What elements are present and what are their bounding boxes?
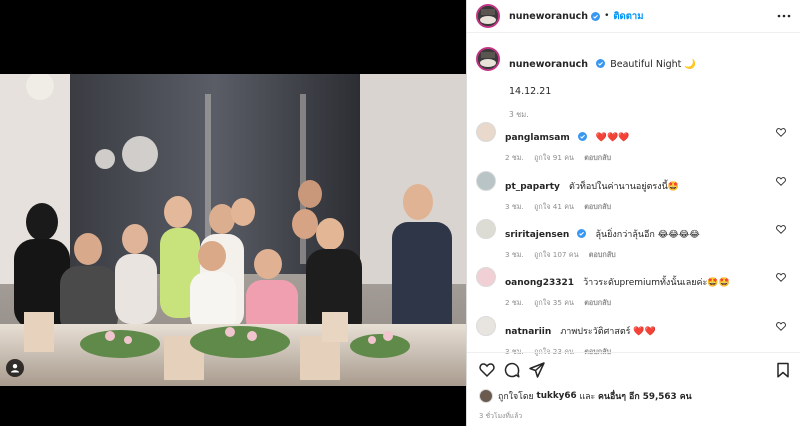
- avatar[interactable]: [476, 4, 500, 28]
- comment-time: 2 ชม.: [505, 298, 524, 307]
- comment-avatar[interactable]: [476, 267, 496, 287]
- comment-avatar[interactable]: [476, 219, 496, 239]
- post-media-area: [0, 0, 466, 426]
- heart-icon[interactable]: [776, 128, 786, 137]
- verified-badge-icon: [591, 11, 601, 21]
- heart-icon[interactable]: [776, 225, 786, 234]
- caption-text: Beautiful Night 🌙: [610, 59, 697, 70]
- header-username[interactable]: nuneworanuch: [509, 11, 588, 22]
- post-details-panel: nuneworanuch • ติดตาม nuneworanuch Beaut…: [466, 0, 800, 426]
- verified-badge-icon: [577, 132, 587, 141]
- comment-username[interactable]: panglamsam: [505, 133, 570, 143]
- verified-badge-icon: [596, 59, 606, 68]
- comment-username[interactable]: oanong23321: [505, 278, 574, 288]
- post-header: nuneworanuch • ติดตาม: [467, 0, 800, 33]
- separator-dot: •: [604, 11, 610, 21]
- heart-icon[interactable]: [776, 177, 786, 186]
- caption-time: 3 ชม.: [509, 110, 529, 119]
- comment-avatar[interactable]: [476, 171, 496, 191]
- comment-likes[interactable]: ถูกใจ 107 คน: [534, 250, 578, 259]
- likes-conjunction: และ: [579, 392, 596, 402]
- heart-icon[interactable]: [479, 362, 495, 378]
- caption-username[interactable]: nuneworanuch: [509, 59, 588, 70]
- comment-text: ภาพประวัติศาสตร์ ❤️❤️: [560, 327, 656, 337]
- comment-time: 2 ชม.: [505, 153, 524, 162]
- comment-likes[interactable]: ถูกใจ 35 คน: [534, 298, 574, 307]
- heart-icon[interactable]: [776, 322, 786, 331]
- bookmark-icon[interactable]: [775, 362, 791, 378]
- send-icon[interactable]: [529, 362, 545, 378]
- comment-text: ตัวท็อปในค่านานอยู่ตรงนี้🤩: [568, 182, 680, 192]
- comment-username[interactable]: natnariin: [505, 327, 551, 337]
- comment-item: pt_paparty ตัวท็อปในค่านานอยู่ตรงนี้🤩 3 …: [476, 171, 792, 213]
- comment-text: ว้าวระดับpremiumทั้งนั้นเลยค่ะ🤩🤩: [583, 278, 730, 288]
- comment-avatar[interactable]: [476, 122, 496, 142]
- caption-avatar[interactable]: [476, 47, 500, 71]
- comment-text: ลุ้นยิ่งกว่าลุ้นอีก 😂😂😂😂: [595, 230, 700, 240]
- likes-summary: ถูกใจโดย tukky66 และ คนอื่นๆ อีก 59,563 …: [479, 389, 692, 403]
- comment-text: ❤️❤️❤️: [595, 133, 630, 143]
- comment-time: 3 ชม.: [505, 250, 524, 259]
- verified-badge-icon: [577, 229, 587, 238]
- post-photo[interactable]: [0, 74, 466, 386]
- heart-icon[interactable]: [776, 273, 786, 282]
- comment-time: 3 ชม.: [505, 202, 524, 211]
- comment-username[interactable]: pt_paparty: [505, 182, 560, 192]
- reply-button[interactable]: ตอบกลับ: [589, 250, 616, 259]
- reply-button[interactable]: ตอบกลับ: [584, 202, 611, 211]
- reply-button[interactable]: ตอบกลับ: [584, 298, 611, 307]
- likes-others[interactable]: คนอื่นๆ อีก 59,563 คน: [598, 389, 692, 403]
- reply-button[interactable]: ตอบกลับ: [584, 153, 611, 162]
- follow-button[interactable]: ติดตาม: [613, 9, 643, 24]
- comment-item: panglamsam ❤️❤️❤️ 2 ชม. ถูกใจ 91 คน ตอบก…: [476, 122, 792, 164]
- comment-likes[interactable]: ถูกใจ 91 คน: [534, 153, 574, 162]
- instagram-post-modal: nuneworanuch • ติดตาม nuneworanuch Beaut…: [0, 0, 800, 426]
- post-caption: nuneworanuch Beautiful Night 🌙 14.12.21 …: [476, 47, 792, 121]
- caption-date: 14.12.21: [509, 86, 552, 97]
- comment-username[interactable]: sriritajensen: [505, 230, 569, 240]
- comment-icon[interactable]: [504, 362, 520, 378]
- more-icon[interactable]: [777, 10, 791, 22]
- comment-likes[interactable]: ถูกใจ 41 คน: [534, 202, 574, 211]
- tagged-users-button[interactable]: [6, 359, 24, 377]
- likes-prefix: ถูกใจโดย: [498, 392, 534, 402]
- comment-item: oanong23321 ว้าวระดับpremiumทั้งนั้นเลยค…: [476, 267, 792, 309]
- liker-avatar[interactable]: [479, 389, 493, 403]
- post-time-ago[interactable]: 3 ชั่วโมงที่แล้ว: [479, 410, 522, 421]
- comment-item: sriritajensen ลุ้นยิ่งกว่าลุ้นอีก 😂😂😂😂 3…: [476, 219, 792, 261]
- comment-avatar[interactable]: [476, 316, 496, 336]
- user-icon: [11, 364, 19, 373]
- liker-username[interactable]: tukky66: [537, 391, 577, 401]
